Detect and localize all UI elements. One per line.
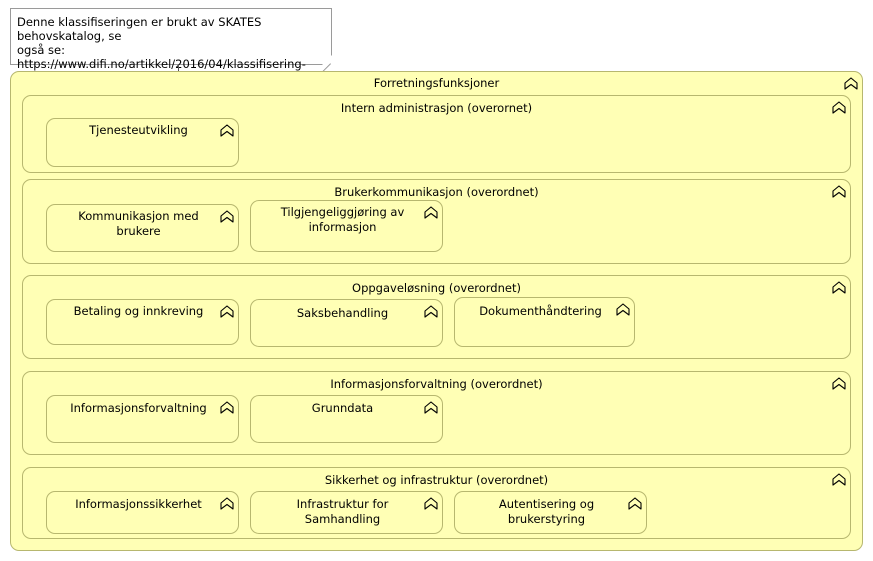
group-title: Brukerkommunikasjon (overordnet) xyxy=(334,185,539,199)
root-function[interactable]: Forretningsfunksjoner Intern administras… xyxy=(10,71,863,551)
note: Denne klassifiseringen er brukt av SKATE… xyxy=(10,8,332,85)
function-infrastruktur-for-samhandling[interactable]: Infrastruktur for Samhandling xyxy=(250,491,443,534)
group-informasjonsforvaltning[interactable]: Informasjonsforvaltning (overordnet) Inf… xyxy=(22,371,851,455)
function-label: Kommunikasjon med brukere xyxy=(78,209,199,238)
business-function-icon xyxy=(628,497,642,510)
business-function-icon xyxy=(220,210,234,223)
function-label: Tilgjengeliggjøring av informasjon xyxy=(280,205,405,234)
business-function-icon xyxy=(844,77,858,90)
function-informasjonsforvaltning[interactable]: Informasjonsforvaltning xyxy=(46,395,239,443)
business-function-icon xyxy=(220,401,234,414)
group-brukerkommunikasjon[interactable]: Brukerkommunikasjon (overordnet) Kommuni… xyxy=(22,179,851,264)
business-function-icon xyxy=(832,377,846,390)
function-label: Grunndata xyxy=(311,401,374,415)
function-label: Informasjonsforvaltning xyxy=(70,401,207,415)
business-function-icon xyxy=(832,473,846,486)
function-tjenesteutvikling[interactable]: Tjenesteutvikling xyxy=(46,118,239,167)
function-label: Tjenesteutvikling xyxy=(89,123,188,137)
function-grunndata[interactable]: Grunndata xyxy=(250,395,443,443)
function-autentisering-og-brukerstyring[interactable]: Autentisering og brukerstyring xyxy=(454,491,647,534)
business-function-icon xyxy=(424,305,438,318)
business-function-icon xyxy=(832,185,846,198)
function-informasjonssikkerhet[interactable]: Informasjonssikkerhet xyxy=(46,491,239,534)
business-function-icon xyxy=(220,305,234,318)
function-saksbehandling[interactable]: Saksbehandling xyxy=(250,299,443,347)
business-function-icon xyxy=(424,497,438,510)
business-function-icon xyxy=(832,101,846,114)
group-oppgavelosning[interactable]: Oppgaveløsning (overordnet) Betaling og … xyxy=(22,275,851,359)
group-title: Sikkerhet og infrastruktur (overordnet) xyxy=(324,473,549,487)
function-label: Dokumenthåndtering xyxy=(479,304,602,318)
group-sikkerhet-og-infrastruktur[interactable]: Sikkerhet og infrastruktur (overordnet) … xyxy=(22,467,851,539)
group-title: Oppgaveløsning (overordnet) xyxy=(352,281,521,295)
function-kommunikasjon-med-brukere[interactable]: Kommunikasjon med brukere xyxy=(46,204,239,252)
business-function-icon xyxy=(220,497,234,510)
business-function-icon xyxy=(424,206,438,219)
function-label: Autentisering og brukerstyring xyxy=(498,497,595,526)
business-function-icon xyxy=(616,303,630,316)
business-function-icon xyxy=(424,401,438,414)
function-betaling-og-innkreving[interactable]: Betaling og innkreving xyxy=(46,299,239,345)
function-tilgjengeliggjoring[interactable]: Tilgjengeliggjøring av informasjon xyxy=(250,200,443,252)
business-function-icon xyxy=(832,281,846,294)
function-label: Betaling og innkreving xyxy=(73,304,204,318)
group-title: Informasjonsforvaltning (overordnet) xyxy=(330,377,543,391)
function-dokumenthandtering[interactable]: Dokumenthåndtering xyxy=(454,297,635,347)
business-function-icon xyxy=(220,124,234,137)
group-title: Intern administrasjon (overornet) xyxy=(340,101,533,115)
root-title: Forretningsfunksjoner xyxy=(373,76,500,90)
group-intern-administrasjon[interactable]: Intern administrasjon (overornet) Tjenes… xyxy=(22,95,851,173)
function-label: Infrastruktur for Samhandling xyxy=(296,497,389,526)
function-label: Informasjonssikkerhet xyxy=(75,497,202,511)
function-label: Saksbehandling xyxy=(296,306,389,320)
